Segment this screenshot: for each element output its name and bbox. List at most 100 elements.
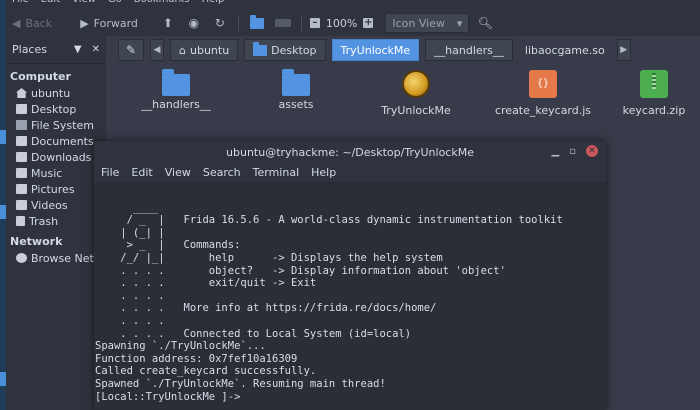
videos-icon [16,200,27,210]
minimize-icon[interactable]: ▁ [552,146,560,157]
terminal-menu-edit[interactable]: Edit [131,166,152,179]
terminal-window: ubuntu@tryhackme: ~/Desktop/TryUnlockMe … [94,141,606,410]
terminal-line: . . . . [95,289,165,302]
file-item-handlers[interactable]: __handlers__ [128,69,224,111]
sidebar-item-label: Desktop [31,102,77,116]
terminal-menu-view[interactable]: View [165,166,191,179]
terminal-line: . . . . Connected to Local System (id=lo… [95,327,412,340]
terminal-titlebar: ubuntu@tryhackme: ~/Desktop/TryUnlockMe … [94,141,606,163]
terminal-menu-help[interactable]: Help [311,166,336,179]
menubar: File Edit View Go Bookmarks Help [6,0,700,10]
file-item-assets[interactable]: assets [248,69,344,111]
chevron-down-icon[interactable]: ▼ [74,44,82,55]
computer-icon [274,19,291,27]
sidebar-section-network: Network [10,235,63,248]
menu-file[interactable]: File [12,0,29,10]
music-icon [16,168,27,178]
sidebar-item-label: Pictures [31,182,75,196]
network-icon [16,253,27,263]
folder-icon [282,69,310,96]
terminal-line: . . . . More info at https://frida.re/do… [95,302,437,315]
back-label: Back [25,16,53,30]
zoom-out-button[interactable]: – [309,18,320,28]
drive-icon [16,120,27,130]
sidebar-title[interactable]: Places [12,43,47,56]
breadcrumb-handlers[interactable]: __handlers__ [425,39,513,61]
breadcrumb-scroll-right[interactable]: ▶ [616,39,631,61]
terminal-prompt: [Local::TryUnlockMe ]-> [95,390,241,403]
menu-help[interactable]: Help [202,0,225,10]
file-name: assets [278,98,314,111]
sidebar-item-ubuntu[interactable]: ubuntu [6,85,106,101]
maximize-icon[interactable]: ▫ [569,146,576,157]
pictures-icon [16,184,27,194]
sidebar-item-browse-network[interactable]: Browse Netw [6,250,106,266]
up-button[interactable]: ⬆ [158,13,178,33]
file-grid: __handlers__ assets TryUnlockMe {} creat… [112,69,700,130]
arrow-right-icon: ▶ [80,16,89,30]
terminal-output[interactable]: ____ / _ | Frida 16.5.6 - A world-class … [94,183,606,410]
file-item-keycard-zip[interactable]: keycard.zip [606,70,700,117]
forward-button[interactable]: ▶ Forward [80,17,138,30]
home-folder-icon [249,14,264,29]
sidebar-item-videos[interactable]: Videos [6,197,106,213]
breadcrumb-scroll-left[interactable]: ◀ [150,39,164,61]
search-button[interactable]: 🔍︎ [475,13,495,33]
terminal-menu-search[interactable]: Search [203,166,241,179]
window-controls: ▁ ▫ ✕ [552,145,598,157]
terminal-line: /_/ |_| help -> Displays the help system [95,251,443,264]
breadcrumb-label: __handlers__ [434,43,504,57]
view-mode-select[interactable]: Icon View ▾ [385,13,470,33]
computer-button[interactable] [273,13,293,33]
stop-icon: ◉ [188,16,200,30]
menu-go[interactable]: Go [108,0,122,10]
home-button[interactable] [247,13,267,33]
file-item-tryunlockme[interactable]: TryUnlockMe [368,70,464,117]
sidebar-item-label: Browse Netw [31,251,103,265]
folder-icon [16,136,27,146]
terminal-line: Spawning `./TryUnlockMe`... [95,340,266,353]
breadcrumb-libaocgame[interactable]: libaocgame.so [519,39,611,61]
chevron-right-icon: ▶ [620,45,628,55]
arrow-left-icon: ◀ [12,16,21,30]
sidebar: Places ▼ ✕ Computer ubuntu Desktop File … [6,36,106,410]
file-item-create-keycard[interactable]: {} create_keycard.js [488,70,598,117]
terminal-line: . . . . [95,314,165,327]
divider [237,15,239,31]
terminal-menu-file[interactable]: File [101,166,119,179]
reload-button[interactable]: ↻ [210,13,230,33]
sidebar-item-downloads[interactable]: Downloads [6,149,106,165]
sidebar-item-pictures[interactable]: Pictures [6,181,106,197]
edit-path-button[interactable]: ✎ [118,39,144,61]
home-icon [16,88,27,98]
back-button[interactable]: ◀ Back [12,17,52,30]
breadcrumb-ubuntu[interactable]: ⌂ ubuntu [170,39,239,61]
close-icon[interactable]: ✕ [586,145,598,157]
terminal-menubar: File Edit View Search Terminal Help [94,163,606,183]
breadcrumb-label: Desktop [271,43,317,57]
sidebar-item-documents[interactable]: Documents [6,133,106,149]
home-icon: ⌂ [179,43,186,57]
sidebar-item-trash[interactable]: Trash [6,213,106,229]
terminal-line: Function address: 0x7fef10a16309 [95,352,298,365]
sidebar-item-desktop[interactable]: Desktop [6,101,106,117]
terminal-line: / _ | Frida 16.5.6 - A world-class dynam… [95,214,563,227]
breadcrumb-label: ubuntu [189,43,230,57]
terminal-title: ubuntu@tryhackme: ~/Desktop/TryUnlockMe [226,145,474,159]
file-name: TryUnlockMe [381,104,451,117]
terminal-menu-terminal[interactable]: Terminal [253,166,300,179]
menu-edit[interactable]: Edit [41,0,60,10]
zoom-in-button[interactable]: + [363,18,374,28]
close-icon[interactable]: ✕ [92,44,100,55]
game-icon [402,70,430,98]
sidebar-item-file-system[interactable]: File System [6,117,106,133]
terminal-line: | (_| | [95,226,165,239]
breadcrumb-desktop[interactable]: Desktop [244,39,326,61]
menu-bookmarks[interactable]: Bookmarks [134,0,190,10]
breadcrumb-tryunlockme[interactable]: TryUnlockMe [331,39,420,61]
menu-view[interactable]: View [72,0,96,10]
sidebar-item-label: ubuntu [31,86,71,100]
view-mode-value: Icon View [392,16,445,30]
stop-button[interactable]: ◉ [184,13,204,33]
sidebar-item-music[interactable]: Music [6,165,106,181]
